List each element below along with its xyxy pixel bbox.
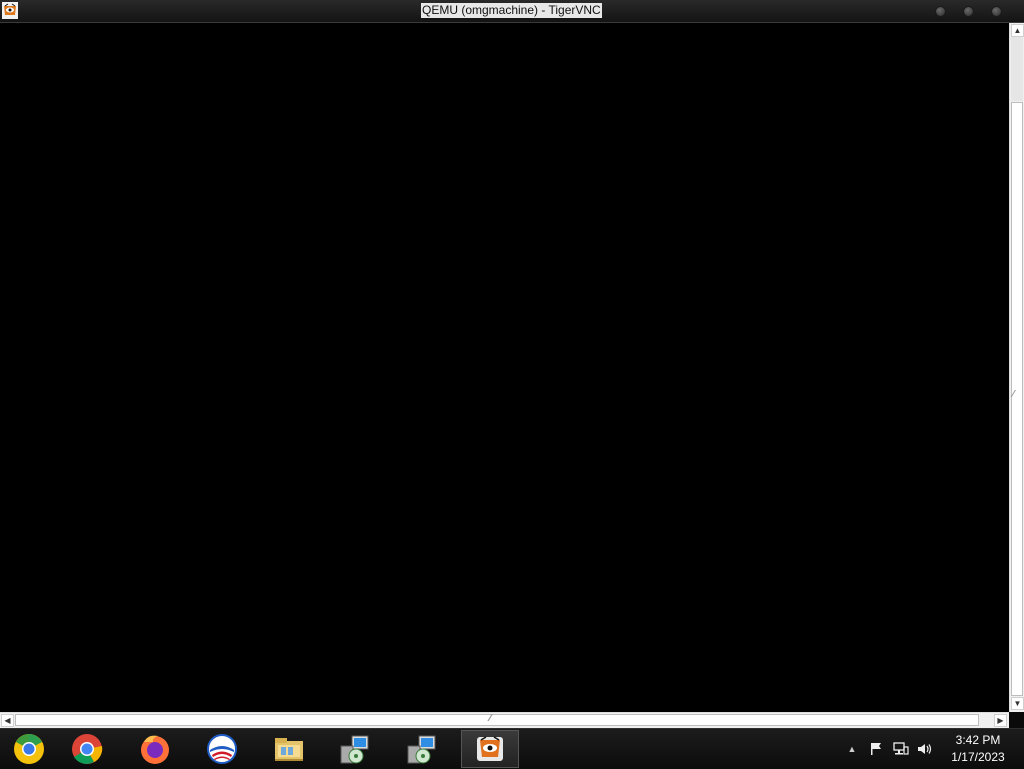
vertical-scroll-thumb[interactable]: ⁄⁄ bbox=[1011, 102, 1023, 696]
network-button[interactable] bbox=[890, 729, 912, 769]
show-hidden-icons-icon: ▲ bbox=[847, 744, 857, 754]
volume-icon bbox=[918, 744, 932, 754]
horizontal-scrollbar[interactable]: ◀ ⁄⁄⁄ ▶ bbox=[0, 712, 1009, 728]
firefox-icon bbox=[141, 735, 169, 764]
scroll-left-button[interactable]: ◀ bbox=[1, 714, 14, 727]
system-clock[interactable]: 3:42 PM 1/17/2023 bbox=[942, 732, 1014, 766]
opera-icon bbox=[207, 734, 237, 764]
chrome-canary-icon bbox=[14, 734, 44, 764]
taskbar-item-chrome[interactable] bbox=[58, 730, 116, 768]
scrollbar-corner bbox=[1009, 712, 1024, 728]
taskbar-item-chrome-canary[interactable] bbox=[0, 730, 58, 768]
taskbar-item-firefox[interactable] bbox=[126, 730, 184, 768]
taskbar: ▲ 3:42 PM 1/17/2023 bbox=[0, 728, 1024, 769]
volume-button[interactable] bbox=[914, 729, 936, 769]
chrome-icon bbox=[72, 734, 103, 764]
scroll-right-button[interactable]: ▶ bbox=[994, 714, 1007, 727]
maximize-button[interactable] bbox=[963, 6, 974, 17]
taskbar-item-opera[interactable] bbox=[193, 730, 251, 768]
close-button[interactable] bbox=[991, 6, 1002, 17]
setup-installer-icon bbox=[407, 735, 436, 764]
show-hidden-icons-button[interactable]: ▲ bbox=[844, 729, 860, 769]
taskbar-item-setup-2[interactable] bbox=[393, 730, 451, 768]
scrollbar-track-upper[interactable] bbox=[1011, 37, 1023, 101]
file-explorer-icon bbox=[275, 738, 303, 761]
taskbar-item-setup-1[interactable] bbox=[326, 730, 384, 768]
network-icon bbox=[893, 742, 909, 755]
vnc-window: QEMU (omgmachine) - TigerVNC ▲ ⁄⁄ ▼ ◀ ⁄⁄… bbox=[0, 0, 1024, 728]
window-title: QEMU (omgmachine) - TigerVNC bbox=[421, 3, 602, 18]
tigervnc-icon bbox=[477, 736, 503, 761]
scroll-down-button[interactable]: ▼ bbox=[1011, 697, 1024, 710]
vertical-scrollbar[interactable]: ▲ ⁄⁄ ▼ bbox=[1009, 23, 1024, 712]
clock-date: 1/17/2023 bbox=[951, 750, 1005, 764]
minimize-button[interactable] bbox=[935, 6, 946, 17]
title-bar[interactable]: QEMU (omgmachine) - TigerVNC bbox=[0, 0, 1024, 23]
scroll-up-button[interactable]: ▲ bbox=[1011, 24, 1024, 37]
taskbar-item-tigervnc[interactable] bbox=[461, 730, 519, 768]
taskbar-item-file-explorer[interactable] bbox=[260, 730, 318, 768]
clock-time: 3:42 PM bbox=[955, 733, 1001, 747]
setup-installer-icon bbox=[340, 735, 369, 764]
remote-display-area[interactable] bbox=[0, 23, 1009, 712]
action-center-button[interactable] bbox=[866, 729, 886, 769]
horizontal-scroll-thumb[interactable]: ⁄⁄⁄ bbox=[15, 713, 979, 726]
action-center-flag-icon bbox=[871, 743, 881, 755]
tigervnc-icon[interactable] bbox=[2, 2, 18, 19]
